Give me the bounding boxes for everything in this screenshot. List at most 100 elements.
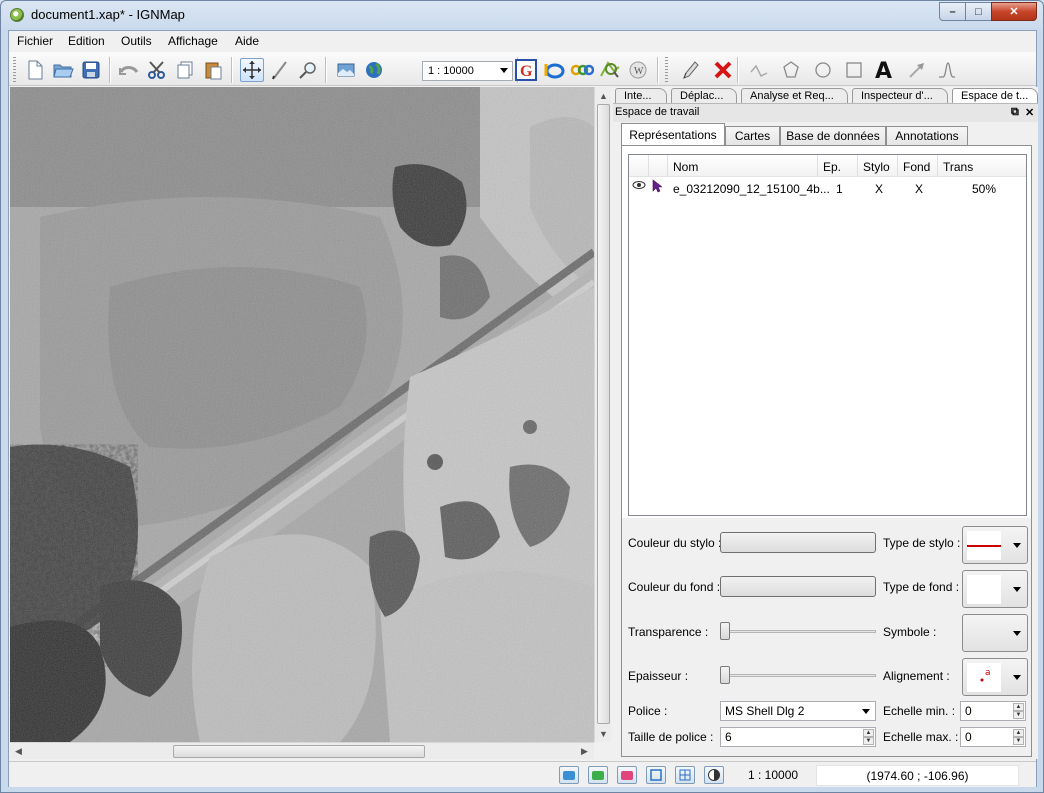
label-epaisseur: Epaisseur : (628, 669, 689, 683)
transparency-slider-handle[interactable] (720, 622, 730, 640)
polyline-tool-button[interactable] (747, 58, 771, 82)
layer-blue-button[interactable] (559, 766, 579, 784)
search-map-button[interactable] (598, 58, 622, 82)
maximize-button[interactable]: □ (965, 2, 992, 21)
bing-button[interactable] (542, 58, 566, 82)
tab-deplacement[interactable]: Déplac... (671, 88, 737, 103)
menu-edition[interactable]: Edition (68, 34, 105, 48)
menu-fichier[interactable]: Fichier (17, 34, 53, 48)
alignment-icon: a (980, 668, 991, 682)
open-button[interactable] (51, 58, 75, 82)
undo-button[interactable] (117, 58, 141, 82)
spin-down-icon[interactable]: ▼ (863, 737, 874, 745)
text-tool-button[interactable]: A (873, 58, 897, 82)
circle-tool-button[interactable] (811, 58, 835, 82)
scroll-up-arrow-icon[interactable]: ▲ (595, 87, 612, 104)
spin-down-icon[interactable]: ▼ (1013, 737, 1024, 745)
close-button[interactable]: ✕ (991, 2, 1037, 21)
new-document-button[interactable] (23, 58, 47, 82)
globe-button[interactable] (362, 58, 386, 82)
tab-cartes[interactable]: Cartes (725, 126, 780, 145)
spin-up-icon[interactable]: ▲ (863, 729, 874, 737)
chevron-down-icon (1013, 543, 1021, 548)
scroll-down-arrow-icon[interactable]: ▼ (595, 725, 612, 742)
draw-tool-button[interactable] (268, 58, 292, 82)
tab-base-de-donnees[interactable]: Base de données (780, 126, 886, 145)
menu-outils[interactable]: Outils (121, 34, 152, 48)
menu-affichage[interactable]: Affichage (168, 34, 218, 48)
toolbar2-grip[interactable] (665, 57, 668, 83)
image-button[interactable] (334, 58, 358, 82)
pen-color-button[interactable] (720, 532, 876, 553)
pan-tool-button[interactable] (240, 58, 264, 82)
spin-up-icon[interactable]: ▲ (1013, 703, 1024, 711)
tab-interrogation[interactable]: Inte... (615, 88, 667, 103)
scale-combobox[interactable]: 1 : 10000 (422, 61, 513, 81)
pen-tool-button[interactable] (679, 58, 703, 82)
column-fond[interactable]: Fond (903, 160, 930, 174)
font-size-spinbox[interactable]: 6 ▲ ▼ (720, 727, 876, 747)
polygon-tool-button[interactable] (779, 58, 803, 82)
layer-green-button[interactable] (588, 766, 608, 784)
google-button[interactable]: G (514, 58, 538, 82)
curve-tool-button[interactable] (935, 58, 959, 82)
scroll-left-arrow-icon[interactable]: ◀ (10, 743, 27, 760)
horizontal-scroll-thumb[interactable] (173, 745, 425, 758)
layer-blue-icon (563, 771, 575, 780)
window-title: document1.xap* - IGNMap (31, 7, 185, 22)
thickness-slider[interactable] (720, 665, 876, 685)
symbol-combobox[interactable] (962, 614, 1028, 652)
thickness-slider-handle[interactable] (720, 666, 730, 684)
contrast-button[interactable] (704, 766, 724, 784)
layer-pink-button[interactable] (617, 766, 637, 784)
grid-button[interactable] (675, 766, 695, 784)
column-stylo[interactable]: Stylo (863, 160, 890, 174)
cursor-arrow-icon[interactable] (652, 179, 663, 196)
fill-type-combobox[interactable] (962, 570, 1028, 608)
transparency-slider[interactable] (720, 621, 876, 641)
save-button[interactable] (79, 58, 103, 82)
column-ep[interactable]: Ep. (823, 160, 841, 174)
copy-button[interactable] (173, 58, 197, 82)
spin-down-icon[interactable]: ▼ (1013, 711, 1024, 719)
map-horizontal-scrollbar[interactable]: ◀ ▶ (10, 742, 594, 759)
label-couleur-fond: Couleur du fond : (628, 580, 721, 594)
font-combobox[interactable]: MS Shell Dlg 2 (720, 701, 876, 721)
tab-inspecteur[interactable]: Inspecteur d'... (852, 88, 948, 103)
close-panel-icon[interactable]: ✕ (1025, 106, 1034, 119)
wikipedia-button[interactable]: W (626, 58, 650, 82)
tab-annotations[interactable]: Annotations (886, 126, 968, 145)
delete-button[interactable] (711, 58, 735, 82)
pen-type-combobox[interactable] (962, 526, 1028, 564)
fill-color-button[interactable] (720, 576, 876, 597)
vertical-scroll-thumb[interactable] (597, 104, 610, 724)
scale-min-spinbox[interactable]: 0 ▲ ▼ (960, 701, 1026, 721)
toolbar-grip[interactable] (13, 57, 16, 83)
map-vertical-scrollbar[interactable]: ▲ ▼ (594, 87, 611, 742)
scale-max-spinbox[interactable]: 0 ▲ ▼ (960, 727, 1026, 747)
fullscreen-button[interactable] (646, 766, 666, 784)
osm-button[interactable] (570, 58, 594, 82)
eye-icon[interactable] (632, 179, 646, 194)
minimize-button[interactable]: – (939, 2, 966, 21)
tab-analyse[interactable]: Analyse et Req... (741, 88, 848, 103)
paste-button[interactable] (201, 58, 225, 82)
rectangle-tool-button[interactable] (842, 58, 866, 82)
tab-espace-de-travail[interactable]: Espace de t... (952, 88, 1038, 103)
move-arrows-icon (243, 61, 261, 79)
scroll-right-arrow-icon[interactable]: ▶ (576, 743, 593, 760)
float-icon[interactable]: ⧉ (1011, 106, 1019, 119)
menu-aide[interactable]: Aide (235, 34, 259, 48)
contrast-icon (708, 769, 720, 781)
column-nom[interactable]: Nom (673, 160, 698, 174)
map-view[interactable] (10, 87, 594, 742)
spin-up-icon[interactable]: ▲ (1013, 729, 1024, 737)
cut-button[interactable] (145, 58, 169, 82)
pentagon-icon (783, 61, 799, 78)
zoom-tool-button[interactable] (296, 58, 320, 82)
tab-representations[interactable]: Représentations (621, 123, 725, 145)
alignment-combobox[interactable]: a (962, 658, 1028, 696)
column-trans[interactable]: Trans (943, 160, 973, 174)
arrow-tool-button[interactable] (905, 58, 929, 82)
layer-list[interactable]: Nom Ep. Stylo Fond Trans e_03212090_12_1… (628, 154, 1027, 516)
